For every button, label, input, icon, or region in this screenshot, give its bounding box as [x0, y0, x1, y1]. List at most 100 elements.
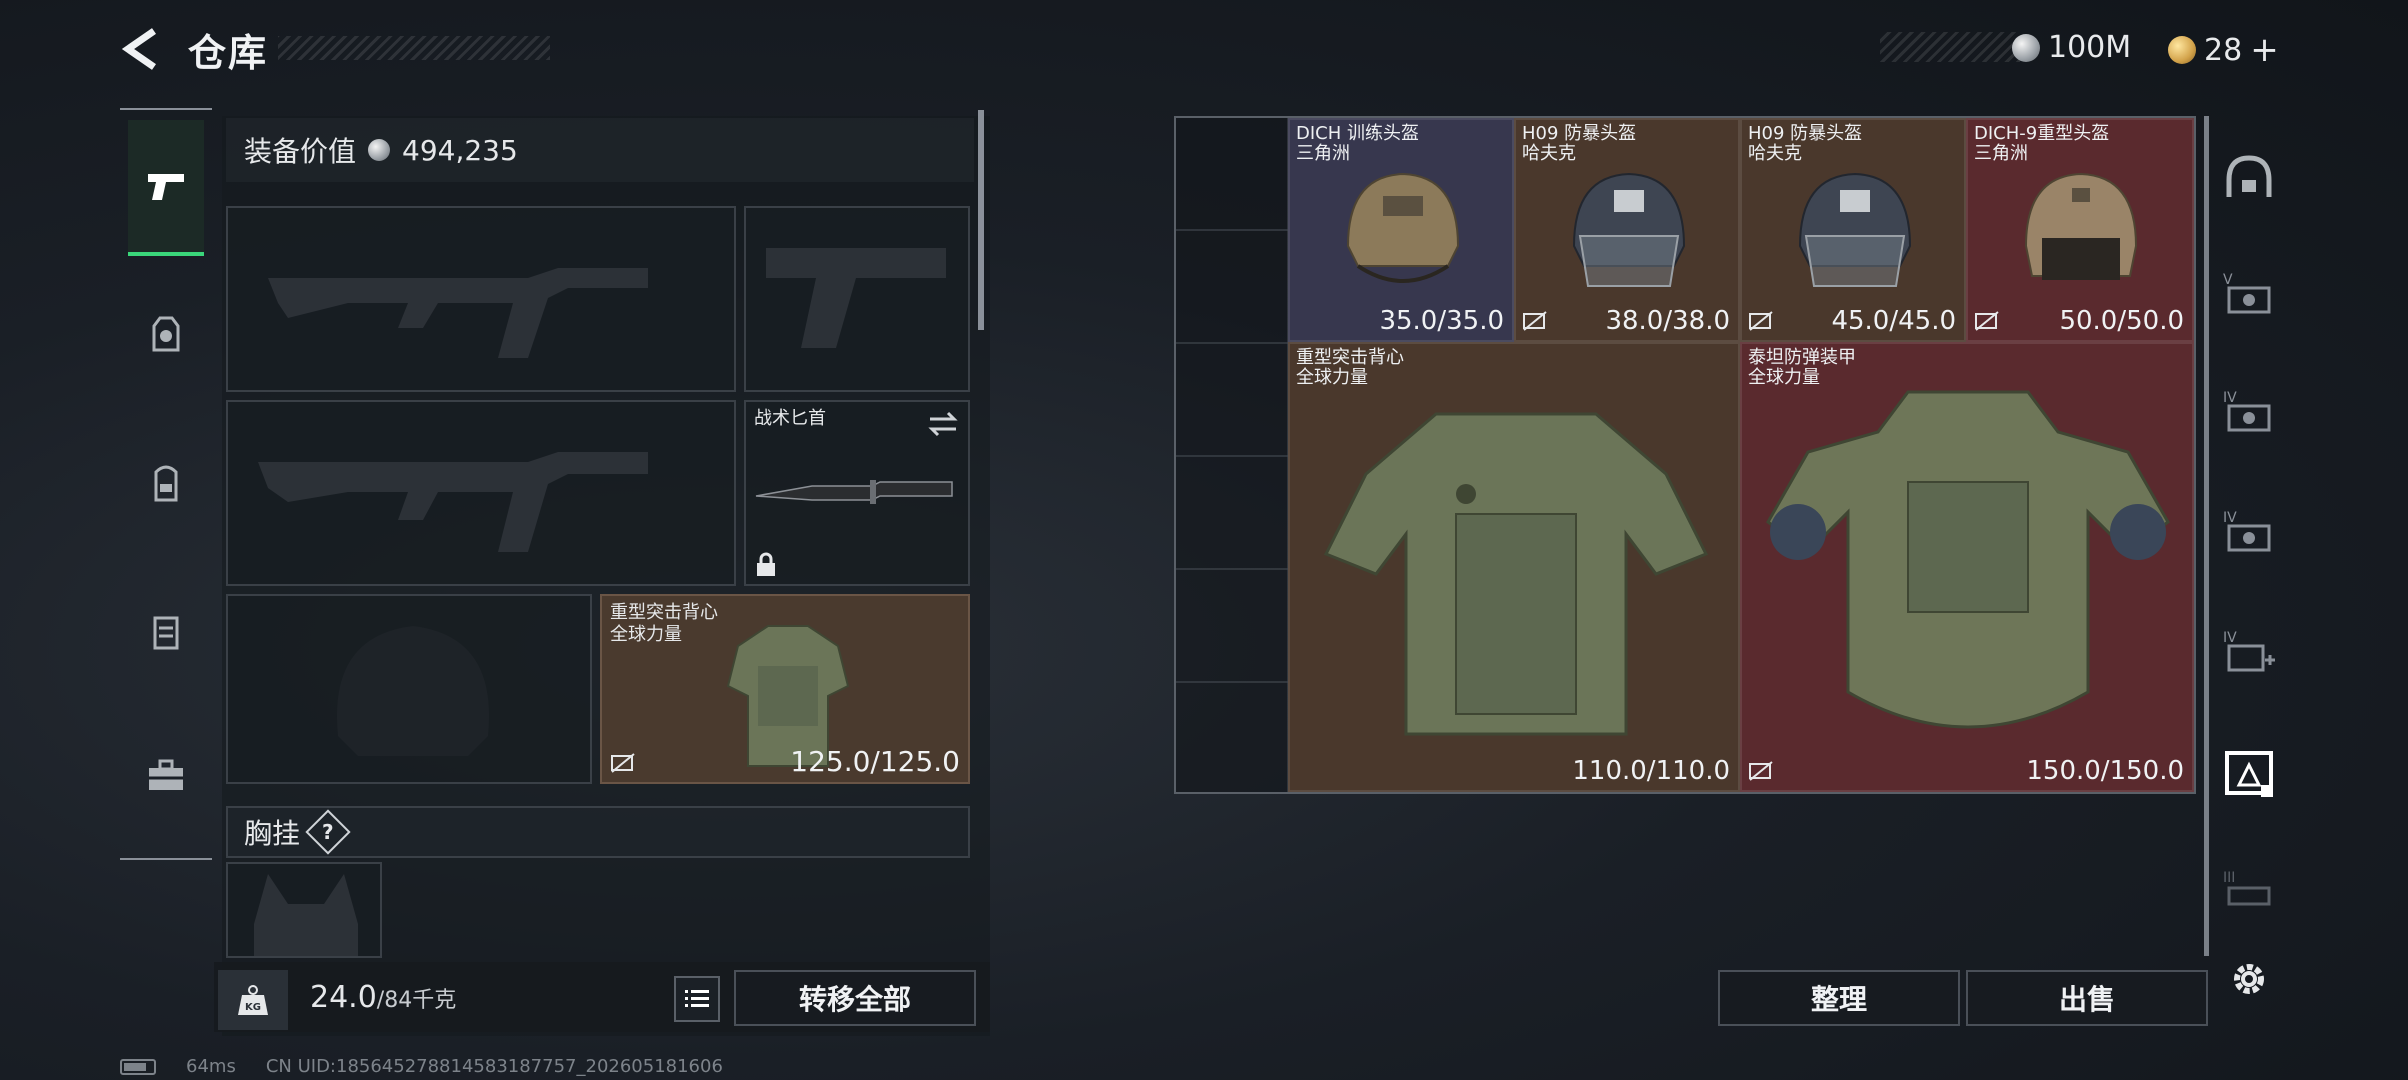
list-view-button[interactable]	[674, 976, 720, 1022]
rifle-silhouette-icon	[268, 268, 648, 358]
primary-weapon-slot[interactable]	[226, 206, 736, 392]
filter-armor-active[interactable]	[2216, 740, 2282, 806]
tactical-knife-image	[755, 480, 953, 504]
settings-icon	[2234, 964, 2264, 994]
sort-button[interactable]: 整理	[1718, 970, 1960, 1026]
weight-button[interactable]: KG	[218, 970, 288, 1030]
add-currency-button[interactable]: +	[2250, 30, 2279, 70]
transfer-all-button[interactable]: 转移全部	[734, 970, 976, 1026]
armor-v-filter-icon: V	[2223, 272, 2271, 314]
filter-armor-iv-2[interactable]: IV	[2216, 500, 2282, 566]
gold-currency[interactable]: 28 +	[2168, 30, 2279, 70]
primary-weapon-slot-2[interactable]	[226, 400, 736, 586]
weight-icon: KG	[238, 985, 268, 1015]
armor-iv-filter-icon: IV	[2223, 390, 2271, 432]
item-name: DICH-9重型头盔	[1974, 123, 2110, 144]
uninsured-icon	[611, 753, 635, 773]
tier-label: V	[2223, 272, 2233, 288]
body-armor-slot[interactable]: 重型突击背心 全球力量 125.0/125.0	[600, 594, 970, 784]
chest-rig-label: 胸挂	[244, 817, 301, 850]
stash-item[interactable]: 重型突击背心 全球力量 110.0/110.0	[1288, 342, 1740, 792]
titan-armor-image	[1766, 390, 2170, 729]
chest-rig-icon	[153, 616, 179, 650]
rail-item-weapons[interactable]	[128, 120, 204, 256]
tier-label: III	[2223, 870, 2235, 886]
currency-decor	[1880, 32, 2020, 62]
weight-display: 24.0/84千克	[310, 980, 456, 1015]
title-decor	[278, 36, 550, 60]
helmet-slot[interactable]	[226, 594, 592, 784]
back-arrow-icon	[121, 28, 156, 70]
rail-item-armor[interactable]	[128, 296, 204, 372]
rail-item-chest-rig[interactable]	[128, 594, 204, 670]
filter-armor-v[interactable]: V	[2216, 262, 2282, 328]
uninsured-icon	[1749, 311, 1773, 331]
help-button[interactable]: ?	[305, 809, 351, 855]
equipment-value-label: 装备价值	[244, 135, 357, 168]
vest-durability: 125.0/125.0	[790, 745, 960, 778]
rail-item-backpack[interactable]	[128, 444, 204, 520]
helmet-filter-icon	[2226, 155, 2272, 197]
rail-item-toolbox[interactable]	[128, 738, 204, 814]
kg-label: KG	[245, 1002, 261, 1013]
item-name: H09 防暴头盔	[1522, 123, 1637, 144]
knife-label: 战术匕首	[754, 408, 826, 429]
weight-max: /84千克	[376, 988, 457, 1013]
help-icon: ?	[322, 819, 334, 844]
equipment-value: 装备价值 494,235	[226, 118, 974, 182]
pistol-silhouette-icon	[766, 248, 946, 348]
chest-rig-header: 胸挂 ?	[226, 806, 970, 858]
item-durability: 50.0/50.0	[2059, 306, 2184, 336]
training-helmet-image	[1346, 172, 1460, 283]
silver-currency: 100M	[2012, 30, 2131, 65]
tier-label: IV	[2223, 510, 2237, 526]
armor-iv-filter-icon-2: IV	[2223, 510, 2271, 552]
stash-scrollbar[interactable]	[2204, 116, 2209, 956]
stash-item[interactable]: DICH-9重型头盔 三角洲 50.0/50.0	[1966, 118, 2194, 342]
chest-rig-silhouette-icon	[254, 874, 358, 956]
chest-rig-slot[interactable]	[226, 862, 382, 958]
lock-icon	[757, 552, 775, 576]
riot-helmet-image	[1572, 172, 1686, 287]
heavy-helmet-image	[2024, 172, 2138, 280]
item-name: DICH 训练头盔	[1296, 123, 1419, 144]
silver-coin-icon	[2012, 33, 2040, 62]
filter-armor-iii[interactable]: III	[2216, 860, 2282, 926]
settings-button[interactable]	[2216, 946, 2282, 1012]
stash-item[interactable]: H09 防暴头盔 哈夫克 45.0/45.0	[1740, 118, 1966, 342]
vest-maker: 全球力量	[610, 624, 682, 645]
armor-iii-filter-icon: III	[2223, 870, 2271, 906]
knife-slot[interactable]: 战术匕首	[744, 400, 970, 586]
stash-item[interactable]: H09 防暴头盔 哈夫克 38.0/38.0	[1514, 118, 1740, 342]
stash-item[interactable]: DICH 训练头盔 三角洲 35.0/35.0	[1288, 118, 1514, 342]
tier-label: IV	[2223, 630, 2237, 646]
secondary-weapon-slot[interactable]	[744, 206, 970, 392]
filter-helmet[interactable]	[2216, 144, 2282, 210]
gold-coin-icon	[2168, 36, 2196, 64]
uninsured-icon	[1523, 311, 1547, 331]
filter-armor-iv[interactable]: IV	[2216, 380, 2282, 446]
stash-item[interactable]: 泰坦防弹装甲 全球力量 150.0/150.0	[1740, 342, 2194, 792]
item-name: 重型突击背心	[1296, 347, 1404, 368]
sell-button[interactable]: 出售	[1966, 970, 2208, 1026]
pistol-icon	[148, 174, 184, 200]
armor-iv-medical-filter-icon: IV	[2223, 630, 2275, 672]
heavy-assault-vest-image	[1323, 412, 1709, 736]
back-button[interactable]	[118, 24, 162, 74]
item-durability: 110.0/110.0	[1572, 756, 1730, 786]
silver-coin-icon	[368, 139, 391, 161]
equipment-scrollbar[interactable]	[978, 110, 984, 330]
armor-filter-active-icon	[2225, 751, 2273, 797]
equipment-value-amount: 494,235	[402, 133, 518, 167]
filter-armor-iv-medical[interactable]: IV	[2216, 620, 2282, 686]
item-name: H09 防暴头盔	[1748, 123, 1863, 144]
helmet-armor-icon	[152, 316, 180, 352]
swap-icon[interactable]	[926, 410, 960, 438]
item-durability: 38.0/38.0	[1605, 306, 1730, 336]
uninsured-icon	[1749, 761, 1773, 781]
status-bar: 64ms CN UID:185645278814583187757_202605…	[120, 1056, 723, 1077]
item-durability: 35.0/35.0	[1379, 306, 1504, 336]
toolbox-icon	[149, 759, 183, 790]
rifle-silhouette-icon	[258, 452, 648, 552]
user-uid: CN UID:185645278814583187757_20260518160…	[265, 1056, 723, 1077]
